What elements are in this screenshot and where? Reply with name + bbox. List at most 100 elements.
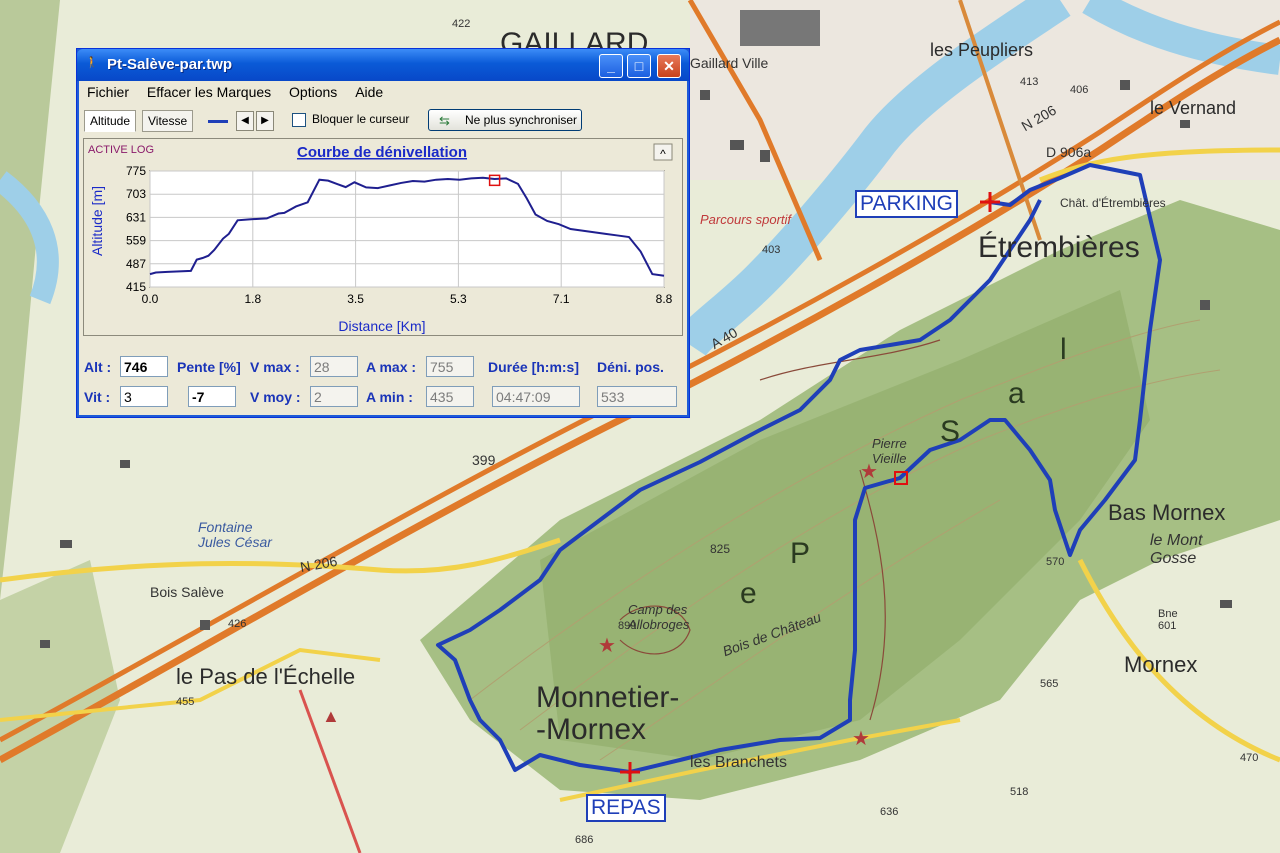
label-fontaine: Fontaine Jules César (198, 519, 272, 550)
place-label-mornex: Mornex (1124, 652, 1198, 677)
close-button[interactable]: ✕ (657, 54, 681, 78)
window-title: Pt-Salève-par.twp (107, 56, 233, 73)
summit-star-icon: ▲ (322, 706, 340, 726)
elevation-chart[interactable]: ACTIVE LOG Courbe de dénivellation ^ 0.0… (84, 139, 682, 335)
label-saleve-s: S (940, 415, 961, 448)
place-label-gaillard-ville: Gaillard Ville (690, 55, 769, 71)
menu-bar: Fichier Effacer les Marques Options Aide (80, 82, 686, 104)
place-label-mornex-line: -Mornex (536, 713, 647, 746)
vmoy-field: 2 (310, 386, 358, 407)
alt-label: Alt : (84, 359, 112, 375)
lock-cursor-checkbox[interactable] (292, 113, 306, 127)
label-saleve-a: a (1008, 377, 1025, 410)
pente-label: Pente [%] (177, 359, 241, 375)
x-tick-label: 0.0 (142, 292, 159, 306)
amin-field: 435 (426, 386, 474, 407)
toolbar: Altitude Vitesse ◀ ▶ Bloquer le curseur … (80, 106, 686, 134)
place-label-branchets: les Branchets (690, 754, 787, 771)
label-pierre-vieille: Pierre Vieille (872, 436, 907, 466)
duree-label: Durée [h:m:s] (488, 359, 580, 375)
minimize-button[interactable]: _ (599, 54, 623, 78)
place-label-mont-gosse: le Mont Gosse (1150, 532, 1203, 567)
y-tick-label: 487 (126, 257, 146, 271)
x-tick-label: 1.8 (244, 292, 261, 306)
maximize-button[interactable]: □ (627, 54, 651, 78)
altitude-label: 825 (710, 542, 731, 556)
altitude-label: 403 (762, 244, 781, 256)
pente-field[interactable]: -7 (188, 386, 236, 407)
place-label-bois-saleve: Bois Salève (150, 584, 224, 600)
vit-label: Vit : (84, 389, 111, 405)
sync-icon: ⇆ (439, 113, 450, 128)
alt-field[interactable]: 746 (120, 356, 168, 377)
stop-sync-label: Ne plus synchroniser (465, 113, 578, 127)
y-tick-label: 559 (126, 234, 146, 248)
y-tick-label: 631 (126, 210, 146, 224)
vmax-field: 28 (310, 356, 358, 377)
x-tick-label: 5.3 (450, 292, 467, 306)
deni-field: 533 (597, 386, 677, 407)
y-axis-label: Altitude [m] (89, 186, 105, 256)
plot-background (149, 170, 665, 288)
place-label-etrembieres: Étrembières (978, 231, 1140, 264)
stop-sync-button[interactable]: ⇆ Ne plus synchroniser (428, 109, 582, 131)
altitude-label: Bne 601 (1158, 608, 1178, 632)
altitude-label: 570 (1046, 556, 1065, 568)
y-tick-label: 415 (126, 280, 146, 294)
chart-title: Courbe de dénivellation (297, 144, 467, 161)
plot-area: 0.0 1.8 3.5 5.3 7.1 8.8 775 703 631 559 487 415 (126, 164, 673, 306)
y-tick-label: 703 (126, 187, 146, 201)
next-arrow-button[interactable]: ▶ (256, 111, 274, 131)
window-titlebar[interactable]: 🚶 Pt-Salève-par.twp _ □ ✕ (77, 49, 689, 81)
altitude-label: 470 (1240, 752, 1259, 764)
label-saleve-l: l (1060, 333, 1067, 366)
y-tick-label: 775 (126, 164, 146, 178)
place-label-pas-echelle: le Pas de l'Échelle (176, 664, 356, 689)
road-label-d906a: D 906a (1046, 144, 1092, 160)
altitude-label: 899 (618, 620, 637, 632)
menu-aide[interactable]: Aide (348, 82, 390, 100)
amin-label: A min : (366, 389, 413, 405)
line-style-sample[interactable] (208, 120, 228, 123)
altitude-label: 565 (1040, 678, 1059, 690)
vmax-label: V max : (250, 359, 300, 375)
deni-label: Déni. pos. (597, 359, 664, 375)
label-camp-allobroges: Camp des Allobroges (628, 602, 690, 632)
altitude-label: 455 (176, 696, 195, 708)
x-tick-label: 7.1 (553, 292, 570, 306)
vit-field[interactable]: 3 (120, 386, 168, 407)
altitude-label: 399 (472, 452, 496, 468)
place-label-monnetier: Monnetier- (536, 681, 680, 714)
x-axis-label: Distance [Km] (338, 318, 425, 334)
altitude-label: 422 (452, 18, 471, 30)
label-parcours-sportif: Parcours sportif (700, 212, 792, 227)
menu-options[interactable]: Options (282, 82, 344, 100)
lock-cursor-label: Bloquer le curseur (312, 112, 410, 126)
place-label-bas-mornex: Bas Mornex (1108, 500, 1226, 525)
altitude-label: 426 (228, 618, 247, 630)
menu-effacer-marques[interactable]: Effacer les Marques (140, 82, 278, 100)
duree-field: 04:47:09 (492, 386, 580, 407)
label-saleve-e: e (740, 577, 757, 610)
active-log-label: ACTIVE LOG (88, 144, 154, 156)
tab-vitesse[interactable]: Vitesse (142, 110, 194, 132)
amax-field: 755 (426, 356, 474, 377)
tab-altitude[interactable]: Altitude (84, 110, 137, 132)
elevation-profile-window: 🚶 Pt-Salève-par.twp _ □ ✕ Fichier Efface… (76, 48, 690, 418)
x-tick-label: 3.5 (347, 292, 364, 306)
hiker-icon: 🚶 (85, 57, 99, 69)
altitude-label: 686 (575, 834, 594, 846)
elevation-chart-panel: ACTIVE LOG Courbe de dénivellation ^ 0.0… (83, 138, 683, 336)
altitude-label: 406 (1070, 84, 1089, 96)
summit-star-icon: ★ (598, 635, 616, 657)
place-label-chateau: Chât. d'Étrembières (1060, 196, 1166, 210)
menu-fichier[interactable]: Fichier (80, 82, 136, 100)
readout-panel: Alt : 746 Vit : 3 Pente [%] -7 V max : 2… (80, 349, 686, 411)
parking-tag: PARKING (855, 190, 958, 218)
altitude-label: 518 (1010, 786, 1029, 798)
amax-label: A max : (366, 359, 417, 375)
previous-arrow-button[interactable]: ◀ (236, 111, 254, 131)
altitude-label: 413 (1020, 76, 1039, 88)
x-tick-label: 8.8 (656, 292, 673, 306)
collapse-chart-label: ^ (660, 147, 666, 161)
